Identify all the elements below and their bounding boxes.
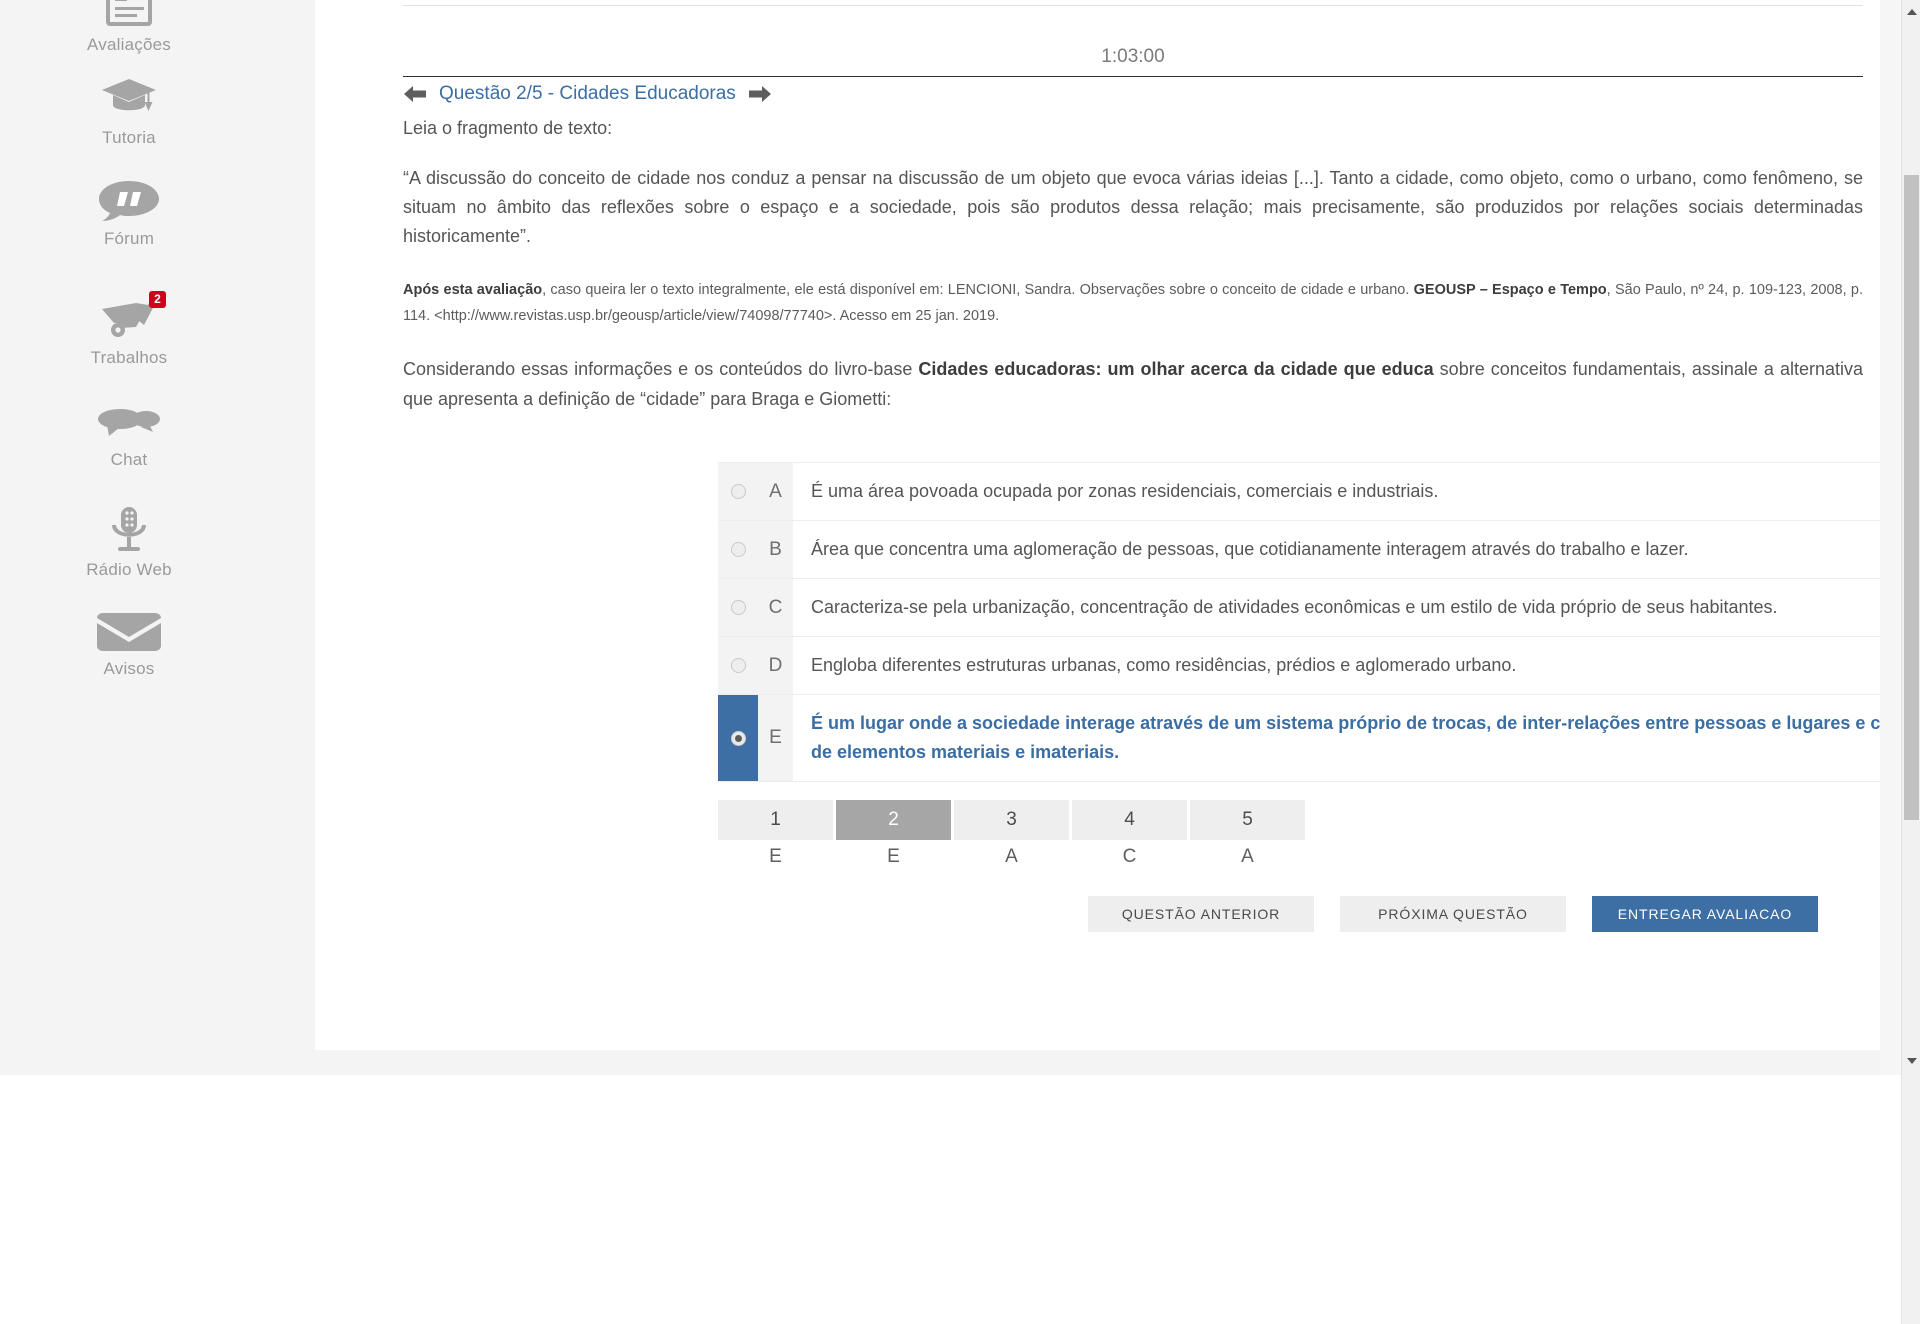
- next-question-button[interactable]: PRÓXIMA QUESTÃO: [1340, 896, 1566, 932]
- alternative-option-e[interactable]: E É um lugar onde a sociedade interage at…: [718, 695, 1920, 782]
- chat-bubbles-icon: [97, 405, 161, 443]
- sidebar-item-label: Chat: [110, 450, 148, 469]
- alternative-option-d[interactable]: D Engloba diferentes estruturas urbanas, …: [718, 637, 1920, 695]
- question-header-divider: [403, 76, 1863, 77]
- alternative-text: É uma área povoada ocupada por zonas res…: [811, 481, 1439, 501]
- sidebar-item-label: Tutoria: [102, 128, 156, 147]
- arrow-right-icon[interactable]: [748, 84, 772, 104]
- alternative-text: Caracteriza-se pela urbanização, concent…: [811, 597, 1778, 617]
- question-nav-number[interactable]: 4: [1072, 800, 1187, 840]
- question-nav-item-1[interactable]: 1E: [718, 800, 833, 874]
- question-nav-answer: C: [1122, 846, 1137, 867]
- sidebar-item-chat[interactable]: Chat: [0, 405, 258, 470]
- inner-scroll-gutter: [1880, 0, 1901, 1075]
- arrow-left-icon[interactable]: [403, 84, 427, 104]
- sidebar-item-label: Avaliações: [87, 35, 171, 54]
- question-nav-number[interactable]: 1: [718, 800, 833, 840]
- sidebar-item-forum[interactable]: Fórum: [0, 180, 258, 249]
- sidebar-item-trabalhos[interactable]: 2 Trabalhos: [0, 291, 258, 368]
- question-nav-answer: E: [887, 846, 900, 867]
- sidebar-item-radio-web[interactable]: Rádio Web: [0, 505, 258, 580]
- alternatives-list: A É uma área povoada ocupada por zonas re…: [718, 462, 1920, 782]
- below-fold-area: [0, 1075, 1920, 1324]
- scroll-up-arrow-icon[interactable]: [1902, 3, 1920, 21]
- sidebar-item-label: Trabalhos: [90, 348, 168, 367]
- alternative-letter: B: [758, 521, 793, 578]
- exam-timer: 1:03:00: [1101, 46, 1165, 67]
- sidebar-nav: Avaliações Tutoria Fórum 2 Trabalhos Cha…: [0, 0, 258, 1075]
- question-nav-grid: 1E2E3A4C5A: [718, 800, 1305, 874]
- envelope-icon: [94, 612, 164, 652]
- alternative-radio-cell[interactable]: [718, 463, 758, 520]
- radio-button-icon[interactable]: [730, 658, 746, 673]
- scroll-down-arrow-icon[interactable]: [1902, 1052, 1920, 1070]
- sidebar-item-label: Avisos: [103, 659, 155, 678]
- microphone-icon: [107, 505, 151, 553]
- question-nav-item-2[interactable]: 2E: [836, 800, 951, 874]
- sidebar-item-label: Rádio Web: [86, 560, 172, 579]
- alternative-letter: C: [758, 579, 793, 636]
- alternative-text: É um lugar onde a sociedade interage atr…: [811, 713, 1920, 762]
- submit-exam-button[interactable]: ENTREGAR AVALIACAO: [1592, 896, 1818, 932]
- action-buttons: QUESTÃO ANTERIOR PRÓXIMA QUESTÃO ENTREGA…: [1088, 896, 1818, 932]
- alternative-option-a[interactable]: A É uma área povoada ocupada por zonas re…: [718, 463, 1920, 521]
- stem-book-title: Cidades educadoras: um olhar acerca da c…: [918, 359, 1434, 379]
- clipboard-assessment-icon: [103, 0, 155, 28]
- alternative-option-b[interactable]: B Área que concentra uma aglomeração de p…: [718, 521, 1920, 579]
- alternative-option-c[interactable]: C Caracteriza-se pela urbanização, concen…: [718, 579, 1920, 637]
- reference-part1: , caso queira ler o texto integralmente,…: [542, 282, 1414, 298]
- reference-journal: GEOUSP – Espaço e Tempo: [1413, 282, 1607, 298]
- page-scrollbar[interactable]: [1901, 0, 1920, 1324]
- scrollbar-thumb[interactable]: [1904, 175, 1919, 820]
- sidebar-item-tutoria[interactable]: Tutoria: [0, 75, 258, 148]
- previous-question-button[interactable]: QUESTÃO ANTERIOR: [1088, 896, 1314, 932]
- alternative-radio-cell[interactable]: [718, 637, 758, 694]
- question-stem: Considerando essas informações e os cont…: [403, 354, 1863, 414]
- alternative-text: Área que concentra uma aglomeração de pe…: [811, 539, 1689, 559]
- alternative-letter: E: [758, 695, 793, 781]
- reference-bold-lead: Após esta avaliação: [403, 282, 543, 298]
- wheelbarrow-icon: 2: [96, 291, 166, 341]
- question-nav-answer: A: [1005, 846, 1018, 867]
- graduation-cap-icon: [100, 75, 158, 121]
- sidebar-item-label: Fórum: [103, 229, 155, 248]
- alternative-letter: D: [758, 637, 793, 694]
- alternative-radio-cell[interactable]: [718, 695, 758, 781]
- radio-button-icon[interactable]: [730, 542, 746, 557]
- question-header: Questão 2/5 - Cidades Educadoras: [403, 83, 1863, 105]
- alternative-letter: A: [758, 463, 793, 520]
- exam-content-card: 1:03:00 Questão 2/5 - Cidades Educadoras…: [315, 0, 1920, 1050]
- instruction-text: Leia o fragmento de texto:: [403, 118, 613, 138]
- question-nav-number[interactable]: 3: [954, 800, 1069, 840]
- reference-text: Após esta avaliação, caso queira ler o t…: [403, 277, 1863, 329]
- question-nav-answer: E: [769, 846, 782, 867]
- question-nav-item-5[interactable]: 5A: [1190, 800, 1305, 874]
- question-nav-number[interactable]: 2: [836, 800, 951, 840]
- alternative-text: Engloba diferentes estruturas urbanas, c…: [811, 655, 1517, 675]
- quote-text: “A discussão do conceito de cidade nos c…: [403, 168, 1863, 246]
- question-nav-item-3[interactable]: 3A: [954, 800, 1069, 874]
- radio-button-icon[interactable]: [730, 600, 746, 615]
- question-nav-item-4[interactable]: 4C: [1072, 800, 1187, 874]
- question-nav-number[interactable]: 5: [1190, 800, 1305, 840]
- question-title[interactable]: Questão 2/5 - Cidades Educadoras: [439, 83, 736, 105]
- alternative-radio-cell[interactable]: [718, 579, 758, 636]
- sidebar-item-avisos[interactable]: Avisos: [0, 612, 258, 679]
- sidebar-badge-trabalhos: 2: [149, 291, 166, 308]
- question-body: Leia o fragmento de texto: “A discussão …: [403, 118, 1863, 432]
- top-divider: [403, 5, 1863, 6]
- radio-button-icon[interactable]: [730, 730, 746, 746]
- alternative-radio-cell[interactable]: [718, 521, 758, 578]
- quote-bubble-icon: [98, 180, 160, 222]
- question-nav-answer: A: [1241, 846, 1254, 867]
- stem-part1: Considerando essas informações e os cont…: [403, 359, 919, 379]
- sidebar-item-avaliacoes[interactable]: Avaliações: [0, 0, 258, 55]
- radio-button-icon[interactable]: [730, 484, 746, 499]
